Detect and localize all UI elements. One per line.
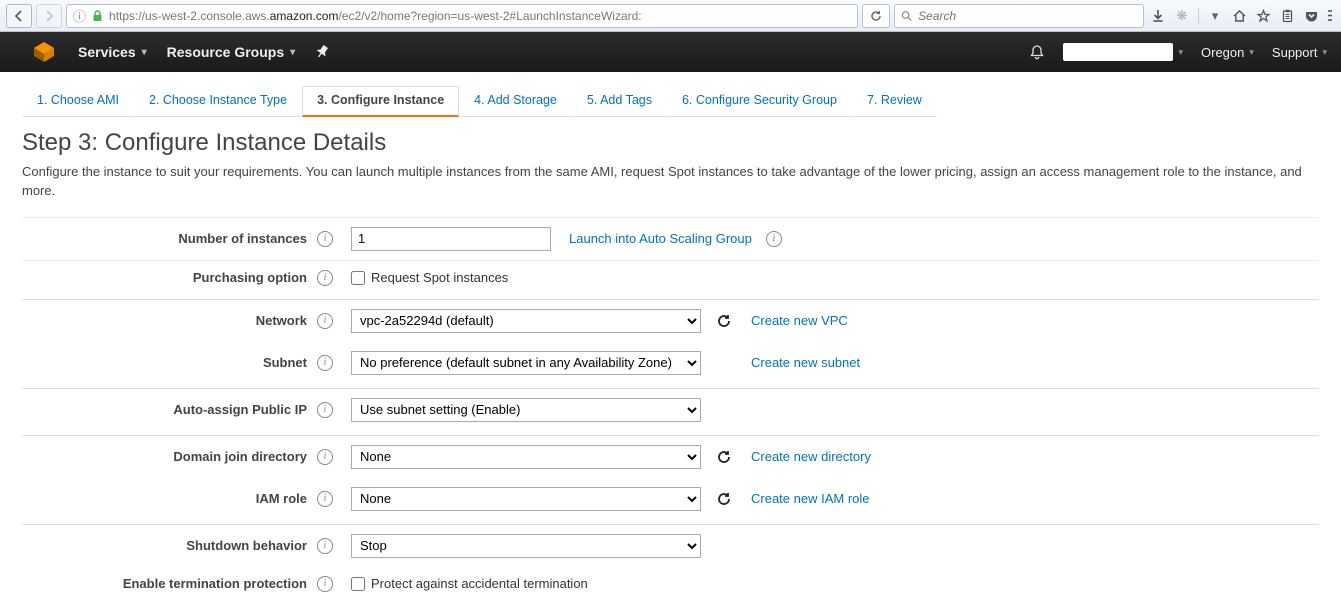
info-icon[interactable]: i xyxy=(317,491,333,507)
tab-configure-instance[interactable]: 3. Configure Instance xyxy=(302,86,459,117)
termination-protection-checkbox[interactable] xyxy=(351,577,365,591)
main-content: Step 3: Configure Instance Details Confi… xyxy=(0,117,1341,613)
resource-groups-menu[interactable]: Resource Groups ▾ xyxy=(167,44,296,60)
forward-button[interactable] xyxy=(36,4,62,28)
row-public-ip: Auto-assign Public IP i Use subnet setti… xyxy=(22,388,1319,431)
page-title: Step 3: Configure Instance Details xyxy=(22,129,1319,157)
create-vpc-link[interactable]: Create new VPC xyxy=(751,313,848,328)
row-number-of-instances: Number of instances i Launch into Auto S… xyxy=(22,217,1319,260)
row-purchasing-option: Purchasing option i Request Spot instanc… xyxy=(22,260,1319,295)
lock-icon xyxy=(92,10,103,22)
back-button[interactable] xyxy=(6,4,32,28)
tab-add-tags[interactable]: 5. Add Tags xyxy=(572,86,667,117)
info-icon[interactable]: i xyxy=(317,270,333,286)
tab-choose-instance-type[interactable]: 2. Choose Instance Type xyxy=(134,86,302,117)
iam-role-select[interactable]: None xyxy=(351,487,701,511)
number-of-instances-input[interactable] xyxy=(351,227,551,251)
refresh-icon[interactable] xyxy=(715,448,733,466)
pocket-icon[interactable] xyxy=(1301,6,1321,26)
info-icon[interactable]: i xyxy=(317,576,333,592)
notifications-icon[interactable] xyxy=(1029,44,1045,61)
services-menu[interactable]: Services ▾ xyxy=(78,44,147,60)
home-icon[interactable] xyxy=(1229,6,1249,26)
chevron-down-icon: ▾ xyxy=(142,47,147,58)
chevron-down-icon: ▾ xyxy=(1249,47,1254,58)
toolbar-separator xyxy=(1198,8,1199,24)
row-network: Network i vpc-2a52294d (default) Create … xyxy=(22,299,1319,342)
info-icon[interactable]: i xyxy=(317,538,333,554)
resource-groups-label: Resource Groups xyxy=(167,44,284,60)
label-purchasing-option: Purchasing option xyxy=(22,270,317,285)
browser-chrome: ⓘ https://us-west-2.console.aws.amazon.c… xyxy=(0,0,1341,32)
search-icon xyxy=(901,10,912,22)
public-ip-select[interactable]: Use subnet setting (Enable) xyxy=(351,398,701,422)
row-subnet: Subnet i No preference (default subnet i… xyxy=(22,342,1319,384)
url-text: https://us-west-2.console.aws.amazon.com… xyxy=(109,9,851,23)
bookmark-star-icon[interactable] xyxy=(1253,6,1273,26)
info-icon[interactable]: i xyxy=(766,231,782,247)
info-icon[interactable]: i xyxy=(317,355,333,371)
browser-search-input[interactable] xyxy=(918,9,1137,23)
info-icon[interactable]: i xyxy=(317,231,333,247)
aws-header: Services ▾ Resource Groups ▾ ▾ Oregon ▾ … xyxy=(0,32,1341,72)
row-termination-protection: Enable termination protection i Protect … xyxy=(22,567,1319,601)
menu-icon[interactable] xyxy=(1325,6,1335,26)
pin-icon[interactable] xyxy=(315,45,329,59)
services-label: Services xyxy=(78,44,136,60)
support-label: Support xyxy=(1272,45,1318,60)
page-description: Configure the instance to suit your requ… xyxy=(22,163,1319,201)
spot-instances-checkbox[interactable] xyxy=(351,271,365,285)
tab-choose-ami[interactable]: 1. Choose AMI xyxy=(22,86,134,117)
chevron-down-icon: ▾ xyxy=(1178,47,1183,58)
reload-button[interactable] xyxy=(862,4,890,28)
create-iam-role-link[interactable]: Create new IAM role xyxy=(751,491,870,506)
label-iam-role: IAM role xyxy=(22,491,317,506)
launch-asg-link[interactable]: Launch into Auto Scaling Group xyxy=(569,231,752,246)
termination-protection-checkbox-label: Protect against accidental termination xyxy=(371,576,588,591)
chevron-down-icon: ▾ xyxy=(290,47,295,58)
label-network: Network xyxy=(22,313,317,328)
region-label: Oregon xyxy=(1201,45,1244,60)
clipboard-icon[interactable] xyxy=(1277,6,1297,26)
info-icon[interactable]: i xyxy=(317,449,333,465)
row-iam-role: IAM role i None Create new IAM role xyxy=(22,478,1319,520)
subnet-select[interactable]: No preference (default subnet in any Ava… xyxy=(351,351,701,375)
domain-directory-select[interactable]: None xyxy=(351,445,701,469)
chevron-down-icon: ▾ xyxy=(1322,47,1327,58)
label-domain-directory: Domain join directory xyxy=(22,449,317,464)
support-menu[interactable]: Support ▾ xyxy=(1272,45,1327,60)
network-select[interactable]: vpc-2a52294d (default) xyxy=(351,309,701,333)
row-domain-directory: Domain join directory i None Create new … xyxy=(22,435,1319,478)
create-subnet-link[interactable]: Create new subnet xyxy=(751,355,860,370)
wizard-tabs: 1. Choose AMI 2. Choose Instance Type 3.… xyxy=(0,72,1341,117)
label-shutdown-behavior: Shutdown behavior xyxy=(22,538,317,553)
tab-security-group[interactable]: 6. Configure Security Group xyxy=(667,86,852,117)
label-number-of-instances: Number of instances xyxy=(22,231,317,246)
aws-logo-icon[interactable] xyxy=(30,38,58,66)
chevron-down-icon[interactable]: ▾ xyxy=(1205,6,1225,26)
label-subnet: Subnet xyxy=(22,355,317,370)
row-shutdown-behavior: Shutdown behavior i Stop xyxy=(22,524,1319,567)
create-directory-link[interactable]: Create new directory xyxy=(751,449,871,464)
info-icon[interactable]: i xyxy=(317,402,333,418)
tab-review[interactable]: 7. Review xyxy=(852,86,937,117)
label-termination-protection: Enable termination protection xyxy=(22,576,317,591)
refresh-icon[interactable] xyxy=(715,490,733,508)
shutdown-behavior-select[interactable]: Stop xyxy=(351,534,701,558)
termination-protection-checkbox-wrap[interactable]: Protect against accidental termination xyxy=(351,576,588,591)
spot-instances-checkbox-label: Request Spot instances xyxy=(371,270,508,285)
region-menu[interactable]: Oregon ▾ xyxy=(1201,45,1254,60)
downloads-icon[interactable] xyxy=(1148,6,1168,26)
username-redacted xyxy=(1063,43,1173,61)
addon-icon[interactable]: ❋ xyxy=(1172,6,1192,26)
browser-search[interactable] xyxy=(894,4,1144,28)
url-bar[interactable]: ⓘ https://us-west-2.console.aws.amazon.c… xyxy=(66,4,858,28)
account-menu[interactable]: ▾ xyxy=(1063,43,1183,61)
info-icon[interactable]: i xyxy=(317,313,333,329)
tab-add-storage[interactable]: 4. Add Storage xyxy=(459,86,572,117)
info-icon[interactable]: ⓘ xyxy=(73,6,86,25)
spot-instances-checkbox-wrap[interactable]: Request Spot instances xyxy=(351,270,508,285)
refresh-icon[interactable] xyxy=(715,312,733,330)
label-public-ip: Auto-assign Public IP xyxy=(22,402,317,417)
